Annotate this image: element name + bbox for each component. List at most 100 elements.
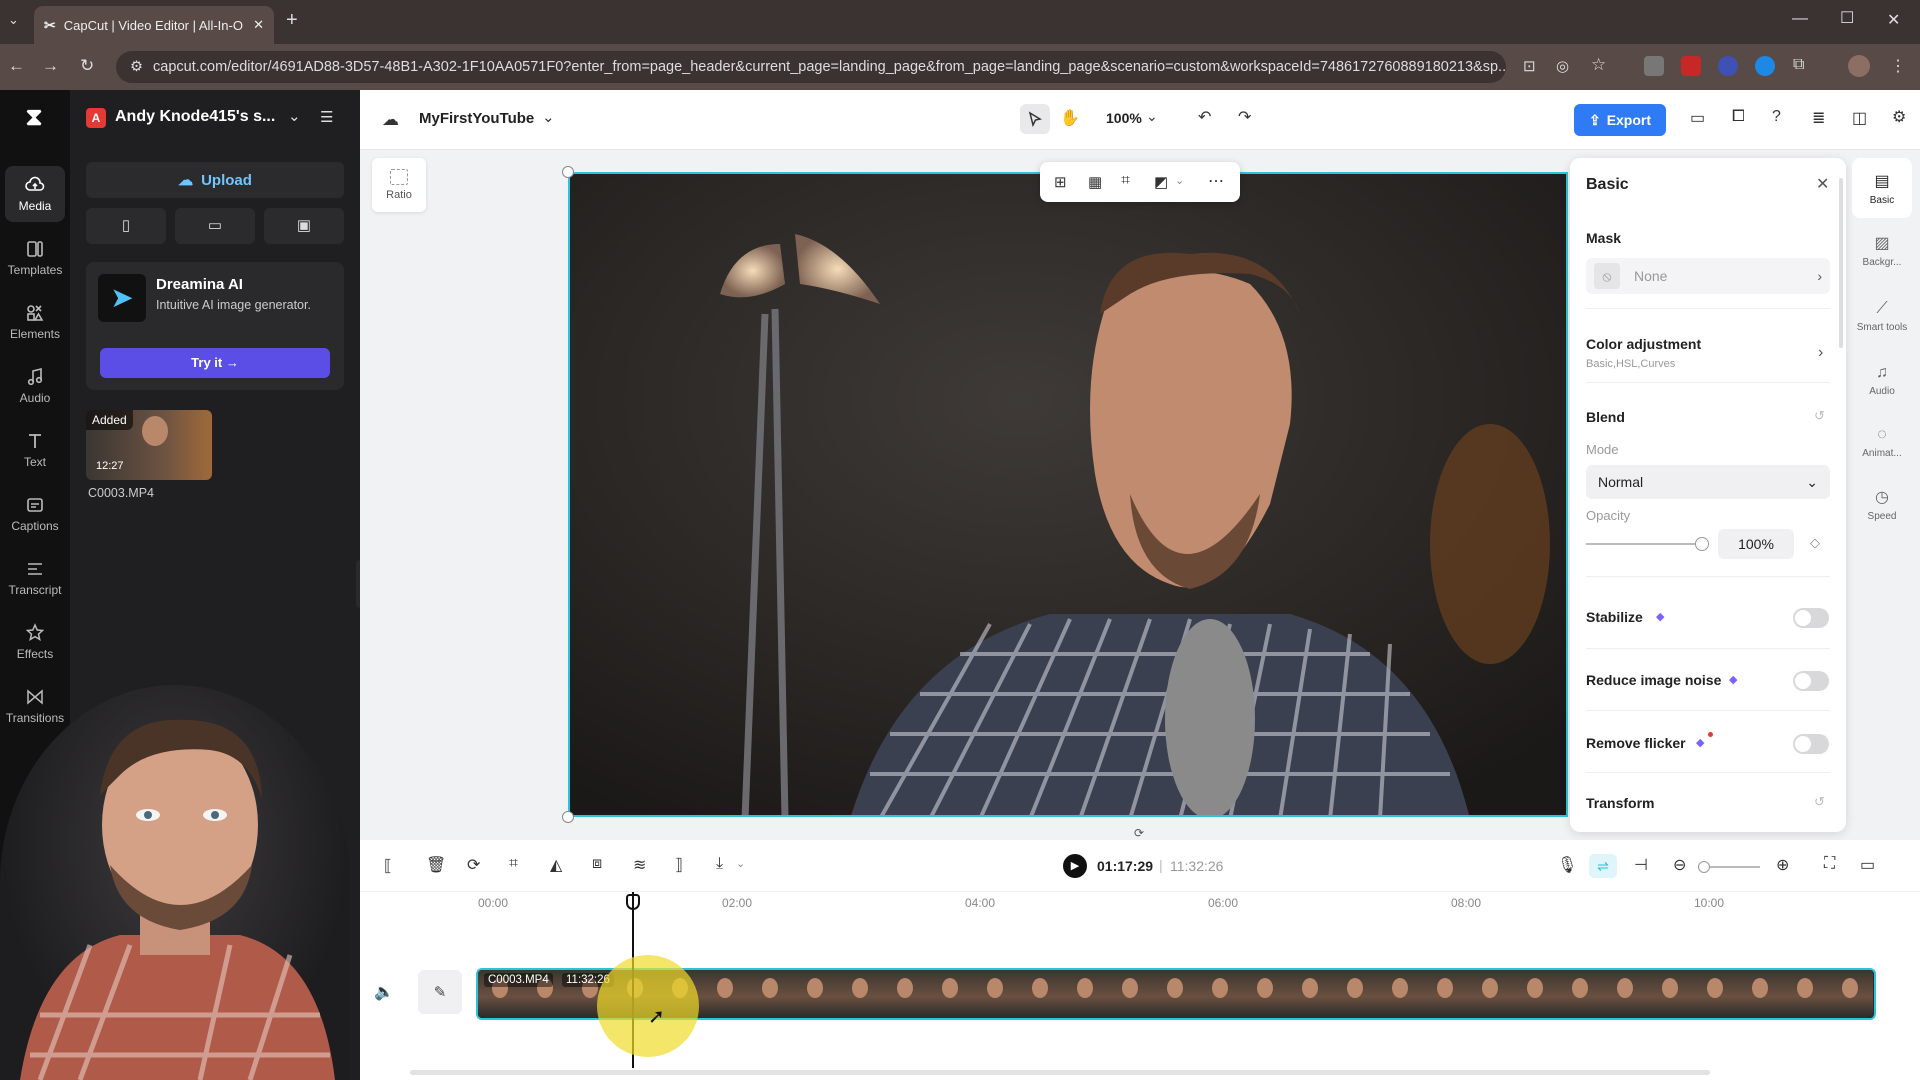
video-preview[interactable] bbox=[568, 172, 1568, 817]
reduce-noise-toggle[interactable] bbox=[1793, 671, 1829, 691]
link-split-icon[interactable]: ⊣ bbox=[1634, 855, 1648, 875]
keyframe-diamond-icon[interactable]: ◇ bbox=[1810, 535, 1820, 551]
crop-icon[interactable]: ⌗ bbox=[1121, 172, 1130, 190]
url-field[interactable]: ⚙ capcut.com/editor/4691AD88-3D57-48B1-A… bbox=[116, 51, 1506, 83]
trim-icon[interactable]: ⟧ bbox=[675, 855, 683, 875]
mute-track-icon[interactable]: 🔈 bbox=[374, 982, 394, 1002]
remove-flicker-toggle[interactable] bbox=[1793, 734, 1829, 754]
rail-item-media[interactable]: Media bbox=[5, 166, 65, 222]
tab-search-chevron-icon[interactable]: ⌄ bbox=[8, 12, 19, 28]
rail-item-transcript[interactable]: Transcript bbox=[5, 550, 65, 606]
help-icon[interactable]: ? bbox=[1772, 108, 1781, 126]
rail-item-captions[interactable]: Captions bbox=[5, 486, 65, 542]
new-tab-icon[interactable]: + bbox=[286, 9, 298, 32]
export-button[interactable]: ⇪ Export bbox=[1574, 104, 1666, 136]
chevron-down-icon[interactable]: ⌄ bbox=[542, 108, 555, 126]
comment-icon[interactable]: ▭ bbox=[1860, 855, 1875, 875]
maximize-icon[interactable]: ☐ bbox=[1840, 8, 1854, 28]
reload-icon[interactable]: ↻ bbox=[80, 56, 94, 76]
chevron-down-icon[interactable]: ⌄ bbox=[288, 107, 301, 125]
back-icon[interactable]: ← bbox=[8, 56, 25, 76]
rail-item-elements[interactable]: Elements bbox=[5, 294, 65, 350]
replace-media-icon[interactable]: ⊞ bbox=[1054, 173, 1067, 191]
rail-item-audio[interactable]: Audio bbox=[5, 358, 65, 414]
workspace-name[interactable]: Andy Knode415's s... bbox=[115, 108, 275, 126]
tab-basic[interactable]: ▤ Basic bbox=[1852, 158, 1912, 218]
tab-smart-tools[interactable]: ⟋ Smart tools bbox=[1852, 286, 1912, 346]
resize-handle[interactable] bbox=[562, 166, 574, 178]
loop-icon[interactable]: ⟳ bbox=[467, 855, 480, 875]
screen-record-icon[interactable]: ⧠ bbox=[1732, 108, 1745, 126]
play-button[interactable]: ▶ bbox=[1063, 854, 1087, 878]
extensions-puzzle-icon[interactable]: ⧉ bbox=[1793, 56, 1804, 74]
bookmark-star-icon[interactable]: ☆ bbox=[1591, 55, 1606, 75]
browser-tab[interactable]: ✂ CapCut | Video Editor | All-In-O ✕ bbox=[34, 6, 274, 44]
panel-menu-icon[interactable]: ☰ bbox=[320, 108, 333, 126]
extension-icon[interactable] bbox=[1755, 56, 1775, 76]
minimize-icon[interactable]: — bbox=[1792, 10, 1808, 28]
try-it-button[interactable]: Try it → bbox=[100, 348, 330, 378]
browser-menu-icon[interactable]: ⋮ bbox=[1890, 56, 1906, 76]
settings-gear-icon[interactable]: ⚙ bbox=[1892, 107, 1906, 127]
chevron-down-icon[interactable]: ⌄ bbox=[736, 857, 745, 870]
chevron-right-icon[interactable]: › bbox=[1818, 344, 1823, 362]
rail-item-templates[interactable]: Templates bbox=[5, 230, 65, 286]
delete-trash-icon[interactable]: 🗑 bbox=[426, 855, 446, 875]
eye-off-icon[interactable]: ◎ bbox=[1556, 57, 1569, 75]
zoom-out-icon[interactable]: ⊖ bbox=[1673, 855, 1686, 875]
extension-icon[interactable] bbox=[1681, 56, 1701, 76]
stack-icon[interactable]: ≣ bbox=[1812, 108, 1825, 128]
phone-upload-button[interactable]: ▯ bbox=[86, 208, 166, 244]
reset-icon[interactable]: ↺ bbox=[1814, 408, 1825, 424]
capcut-logo[interactable]: ⧗ bbox=[16, 104, 52, 134]
hand-tool-icon[interactable]: ✋ bbox=[1060, 108, 1080, 128]
layout-panel-icon[interactable]: ◫ bbox=[1852, 108, 1867, 128]
tab-animation[interactable]: ◌ Animat... bbox=[1852, 412, 1912, 472]
chevron-down-icon[interactable]: ⌄ bbox=[1146, 108, 1158, 125]
rotate-handle-icon[interactable]: ⟳ bbox=[1134, 826, 1144, 840]
ratio-button[interactable]: Ratio bbox=[372, 158, 426, 212]
tab-audio[interactable]: ♫ Audio bbox=[1852, 350, 1912, 410]
site-settings-icon[interactable]: ⚙ bbox=[130, 59, 143, 75]
present-icon[interactable]: ▭ bbox=[1690, 108, 1705, 128]
zoom-level[interactable]: 100% bbox=[1106, 110, 1142, 126]
flip-icon[interactable]: ◭ bbox=[550, 855, 562, 875]
crop-icon[interactable]: ⌗ bbox=[509, 855, 518, 873]
record-screen-button[interactable]: ▣ bbox=[264, 208, 344, 244]
rail-item-transitions[interactable]: Transitions bbox=[5, 678, 65, 734]
opacity-input[interactable]: 100% bbox=[1718, 529, 1794, 559]
media-thumbnail[interactable]: Added 12:27 bbox=[86, 410, 212, 480]
forward-icon[interactable]: → bbox=[42, 56, 59, 76]
redo-icon[interactable]: ↷ bbox=[1238, 107, 1251, 127]
install-app-icon[interactable]: ⊡ bbox=[1523, 57, 1536, 75]
freeze-frame-icon[interactable]: ⧈ bbox=[592, 855, 602, 873]
split-icon[interactable]: ⟦ bbox=[384, 856, 392, 876]
close-icon[interactable]: ✕ bbox=[1816, 174, 1829, 194]
auto-snap-toggle[interactable]: ⇌ bbox=[1589, 854, 1617, 878]
tab-close-icon[interactable]: ✕ bbox=[253, 17, 264, 33]
remove-background-icon[interactable]: ▦ bbox=[1088, 173, 1102, 191]
reset-icon[interactable]: ↺ bbox=[1814, 794, 1825, 810]
rail-item-effects[interactable]: Effects bbox=[5, 614, 65, 670]
profile-avatar[interactable] bbox=[1848, 55, 1870, 77]
window-close-icon[interactable]: ✕ bbox=[1887, 10, 1900, 30]
extension-icon[interactable] bbox=[1644, 56, 1664, 76]
resize-handle[interactable] bbox=[562, 811, 574, 823]
download-icon[interactable]: ⤓ bbox=[716, 855, 723, 873]
mask-tool-icon[interactable]: ◩ bbox=[1154, 173, 1168, 191]
tab-background[interactable]: ▨ Backgr... bbox=[1852, 220, 1912, 280]
rail-item-text[interactable]: Text bbox=[5, 422, 65, 478]
cloud-save-icon[interactable]: ☁ bbox=[382, 110, 399, 130]
fullscreen-icon[interactable]: ⛶ bbox=[1824, 855, 1835, 873]
panel-scrollbar[interactable] bbox=[1839, 178, 1843, 348]
project-name[interactable]: MyFirstYouTube bbox=[419, 110, 534, 127]
blend-mode-select[interactable]: Normal ⌄ bbox=[1586, 465, 1830, 499]
speed-icon[interactable]: ≋ bbox=[633, 855, 646, 875]
zoom-in-icon[interactable]: ⊕ bbox=[1776, 855, 1789, 875]
tab-speed[interactable]: ◷ Speed bbox=[1852, 474, 1912, 534]
edit-cover-button[interactable]: ✎ bbox=[418, 970, 462, 1014]
record-video-button[interactable]: ▭ bbox=[175, 208, 255, 244]
stabilize-toggle[interactable] bbox=[1793, 608, 1829, 628]
color-adjustment-label[interactable]: Color adjustment bbox=[1586, 336, 1701, 352]
timeline-scrollbar[interactable] bbox=[410, 1070, 1710, 1075]
